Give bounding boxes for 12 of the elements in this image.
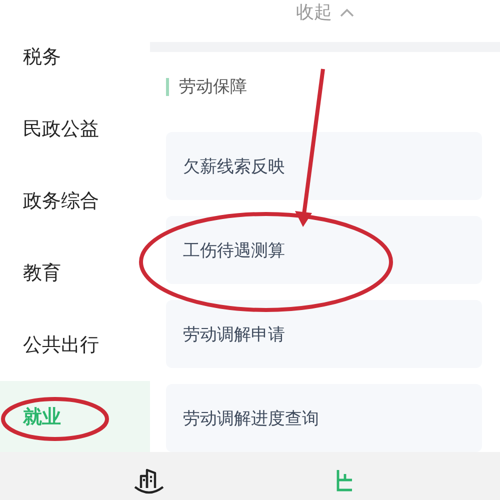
chevron-up-icon <box>340 8 354 16</box>
sidebar-item[interactable]: 教育 <box>0 237 150 309</box>
sidebar-item[interactable]: 税务 <box>0 21 150 93</box>
section-title: 劳动保障 <box>166 78 482 96</box>
sidebar-item[interactable]: 民政公益 <box>0 93 150 165</box>
sidebar-item[interactable]: 政务综合 <box>0 165 150 237</box>
service-card[interactable]: 劳动调解申请 <box>166 300 482 368</box>
service-card[interactable]: 工伤待遇测算 <box>166 216 482 284</box>
buildings-icon[interactable] <box>132 466 166 496</box>
sidebar-item[interactable]: 公共出行 <box>0 309 150 381</box>
service-card[interactable]: 欠薪线索反映 <box>166 132 482 200</box>
service-card[interactable]: 劳动调解进度查询 <box>166 384 482 452</box>
